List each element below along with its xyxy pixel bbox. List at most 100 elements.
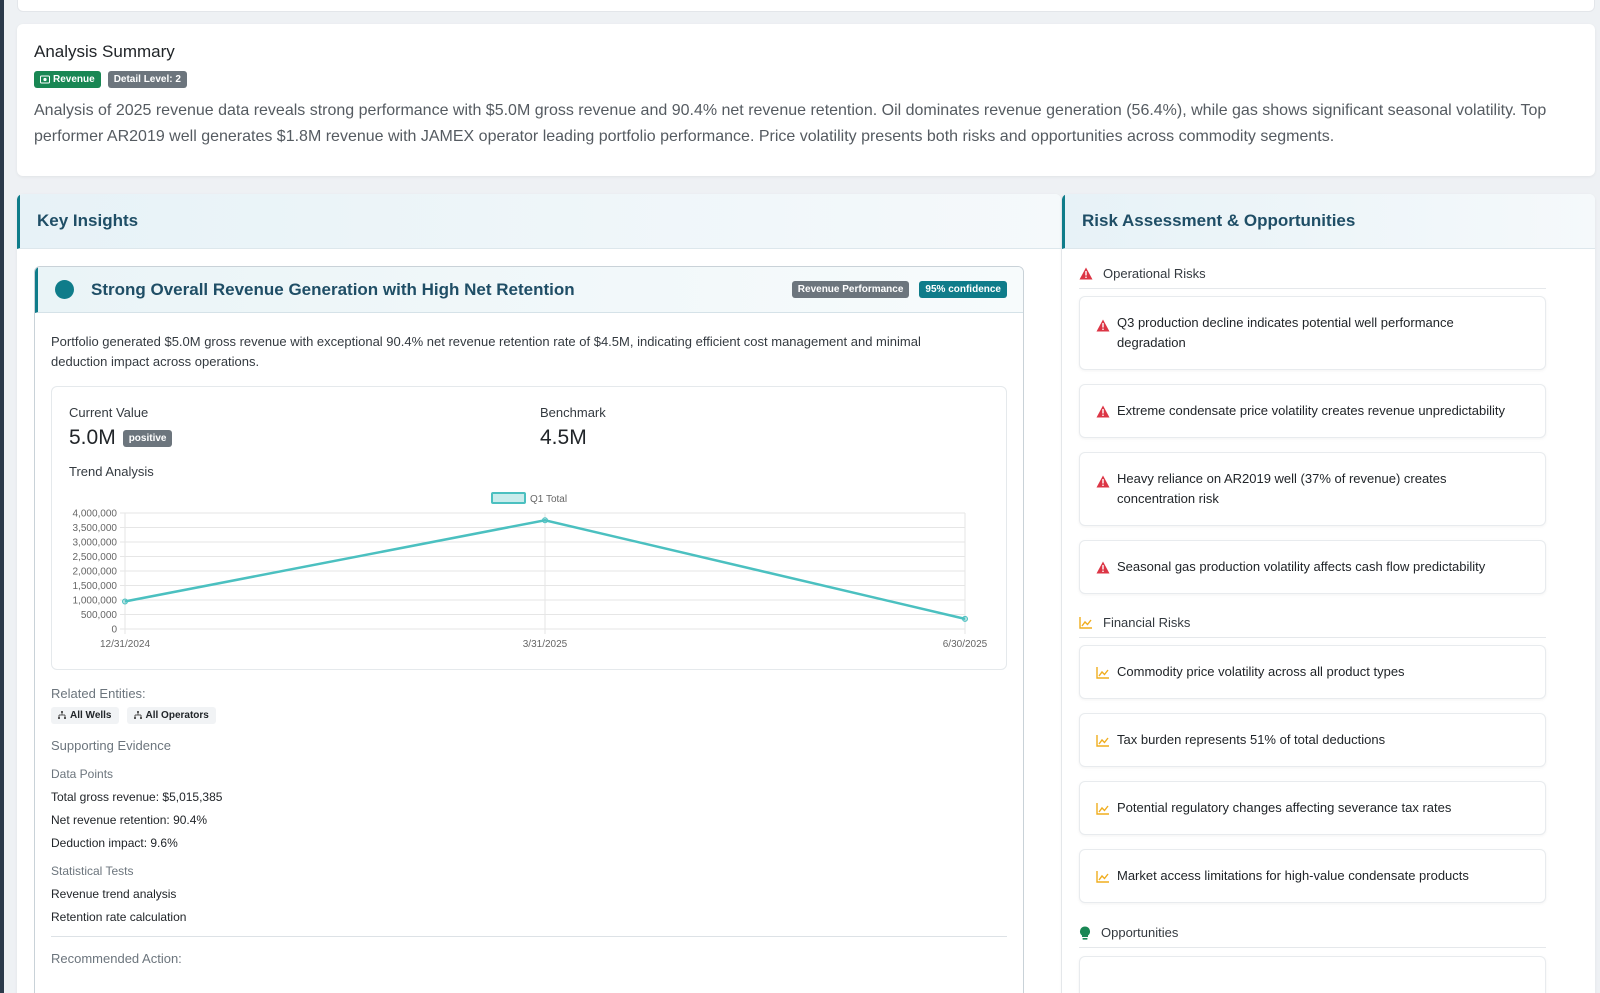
financial-risk-item: Commodity price volatility across all pr…: [1079, 645, 1546, 699]
data-points-label: Data Points: [51, 767, 114, 781]
data-point[interactable]: [962, 615, 968, 622]
operational-risk-item: Seasonal gas production volatility affec…: [1079, 540, 1546, 594]
revenue-badge-label: Revenue: [53, 74, 95, 85]
current-value-metric: Current Value 5.0M positive: [69, 405, 173, 450]
operational-risks-section: Operational Risks: [1079, 266, 1546, 289]
data-point: Total gross revenue: $5,015,385: [51, 790, 223, 804]
opportunities-label: Opportunities: [1101, 925, 1179, 940]
benchmark-metric: Benchmark 4.5M: [540, 405, 606, 450]
y-tick-label: 0: [111, 625, 117, 636]
category-badge: Revenue Performance: [791, 281, 910, 298]
y-tick-label: 4,000,000: [73, 509, 118, 520]
entity-all-wells[interactable]: All Wells: [51, 707, 119, 724]
chart-line-icon: [1096, 666, 1109, 679]
positive-badge: positive: [122, 429, 173, 447]
insight-item[interactable]: Strong Overall Revenue Generation with H…: [34, 266, 1024, 993]
x-tick-label: 12/31/2024: [100, 639, 150, 650]
summary-badges: Revenue Detail Level: 2: [34, 71, 1578, 88]
risk-text: Tax burden represents 51% of total deduc…: [1117, 732, 1386, 747]
financial-risk-item: Tax burden represents 51% of total deduc…: [1079, 713, 1546, 767]
warning-icon: [1096, 561, 1110, 573]
chart-line-icon: [1096, 734, 1109, 747]
benchmark-label: Benchmark: [540, 405, 606, 420]
supporting-evidence-label: Supporting Evidence: [51, 738, 171, 753]
risk-text: Market access limitations for high-value…: [1117, 868, 1469, 883]
insight-dot-icon: [55, 280, 74, 299]
insight-details: Related Entities: All Wells All Operator…: [35, 670, 1023, 966]
data-point: Deduction impact: 9.6%: [51, 836, 178, 850]
analysis-summary-card: Analysis Summary Revenue Detail Level: 2…: [17, 24, 1595, 176]
section-divider: [1079, 947, 1546, 948]
x-tick-label: 6/30/2025: [943, 639, 988, 650]
entity-list: All Wells All Operators: [51, 707, 1007, 724]
insight-header[interactable]: Strong Overall Revenue Generation with H…: [35, 267, 1023, 313]
key-insights-card: Key Insights Strong Overall Revenue Gene…: [17, 194, 1061, 993]
y-tick-label: 1,500,000: [73, 581, 118, 592]
y-tick-label: 3,000,000: [73, 538, 118, 549]
warning-icon: [1096, 475, 1110, 488]
operational-risk-item: Heavy reliance on AR2019 well (37% of re…: [1079, 452, 1546, 526]
risk-assessment-card: Risk Assessment & Opportunities Operatio…: [1062, 194, 1595, 993]
top-card: [17, 0, 1595, 12]
financial-risk-item: Market access limitations for high-value…: [1079, 849, 1546, 903]
legend-label: Q1 Total: [530, 494, 567, 505]
entity-all-operators[interactable]: All Operators: [126, 707, 216, 724]
left-rail: [0, 0, 4, 993]
financial-risk-item: Potential regulatory changes affecting s…: [1079, 781, 1546, 835]
risk-text: Heavy reliance on AR2019 well (37% of re…: [1117, 471, 1447, 506]
legend-swatch[interactable]: [491, 492, 526, 504]
sitemap-icon: [133, 711, 142, 719]
insight-description: Portfolio generated $5.0M gross revenue …: [51, 334, 921, 369]
confidence-badge: 95% confidence: [919, 281, 1007, 298]
y-tick-label: 3,500,000: [73, 523, 118, 534]
section-divider: [1079, 637, 1546, 638]
financial-risks-label: Financial Risks: [1103, 615, 1191, 630]
warning-icon: [1079, 267, 1093, 280]
data-point[interactable]: [542, 517, 548, 524]
summary-title: Analysis Summary: [34, 42, 175, 61]
warning-icon: [1096, 405, 1110, 417]
risk-text: Commodity price volatility across all pr…: [1117, 664, 1405, 679]
statistical-tests-label: Statistical Tests: [51, 864, 134, 878]
section-divider: [1079, 288, 1546, 289]
entity-label: All Wells: [70, 710, 112, 721]
y-tick-label: 2,500,000: [73, 552, 118, 563]
risk-text: Q3 production decline indicates potentia…: [1117, 315, 1454, 350]
x-tick-label: 3/31/2025: [523, 639, 568, 650]
statistical-test: Revenue trend analysis: [51, 887, 177, 901]
warning-icon: [1096, 319, 1110, 332]
divider: [51, 936, 1007, 937]
y-tick-label: 500,000: [81, 610, 118, 621]
operational-risk-item: Q3 production decline indicates potentia…: [1079, 296, 1546, 370]
risk-text: Potential regulatory changes affecting s…: [1117, 800, 1452, 815]
opportunity-item: [1079, 956, 1546, 993]
money-icon: [40, 75, 50, 84]
trend-analysis-label: Trend Analysis: [69, 464, 154, 479]
y-tick-label: 2,000,000: [73, 567, 118, 578]
operational-risks-label: Operational Risks: [1103, 266, 1206, 281]
operational-risk-item: Extreme condensate price volatility crea…: [1079, 384, 1546, 438]
revenue-badge: Revenue: [34, 71, 101, 88]
statistical-test: Retention rate calculation: [51, 910, 187, 924]
insight-title: Strong Overall Revenue Generation with H…: [91, 279, 575, 299]
data-point[interactable]: [122, 598, 128, 605]
lightbulb-icon: [1080, 926, 1090, 940]
opportunities-section: Opportunities: [1079, 925, 1546, 948]
risk-assessment-header: Risk Assessment & Opportunities: [1062, 194, 1595, 249]
summary-text: Analysis of 2025 revenue data reveals st…: [34, 102, 1547, 145]
chart-grid: [120, 512, 966, 634]
risk-text: Extreme condensate price volatility crea…: [1117, 403, 1506, 418]
trend-chart: Q1 Total 4,000,000 3,500,000 3,000,000 2,50…: [73, 492, 988, 650]
entity-label: All Operators: [145, 710, 209, 721]
financial-risks-section: Financial Risks: [1079, 615, 1546, 638]
current-value-label: Current Value: [69, 405, 149, 420]
related-entities-label: Related Entities:: [51, 686, 146, 701]
risk-text: Seasonal gas production volatility affec…: [1117, 559, 1486, 574]
sitemap-icon: [58, 711, 66, 719]
chart-line-icon: [1096, 802, 1109, 815]
current-value: 5.0M positive: [69, 426, 173, 450]
chart-line-icon: [1096, 870, 1109, 883]
chart-line-icon: [1079, 617, 1092, 629]
key-insights-header: Key Insights: [17, 194, 1061, 249]
benchmark-value: 4.5M: [540, 426, 587, 449]
